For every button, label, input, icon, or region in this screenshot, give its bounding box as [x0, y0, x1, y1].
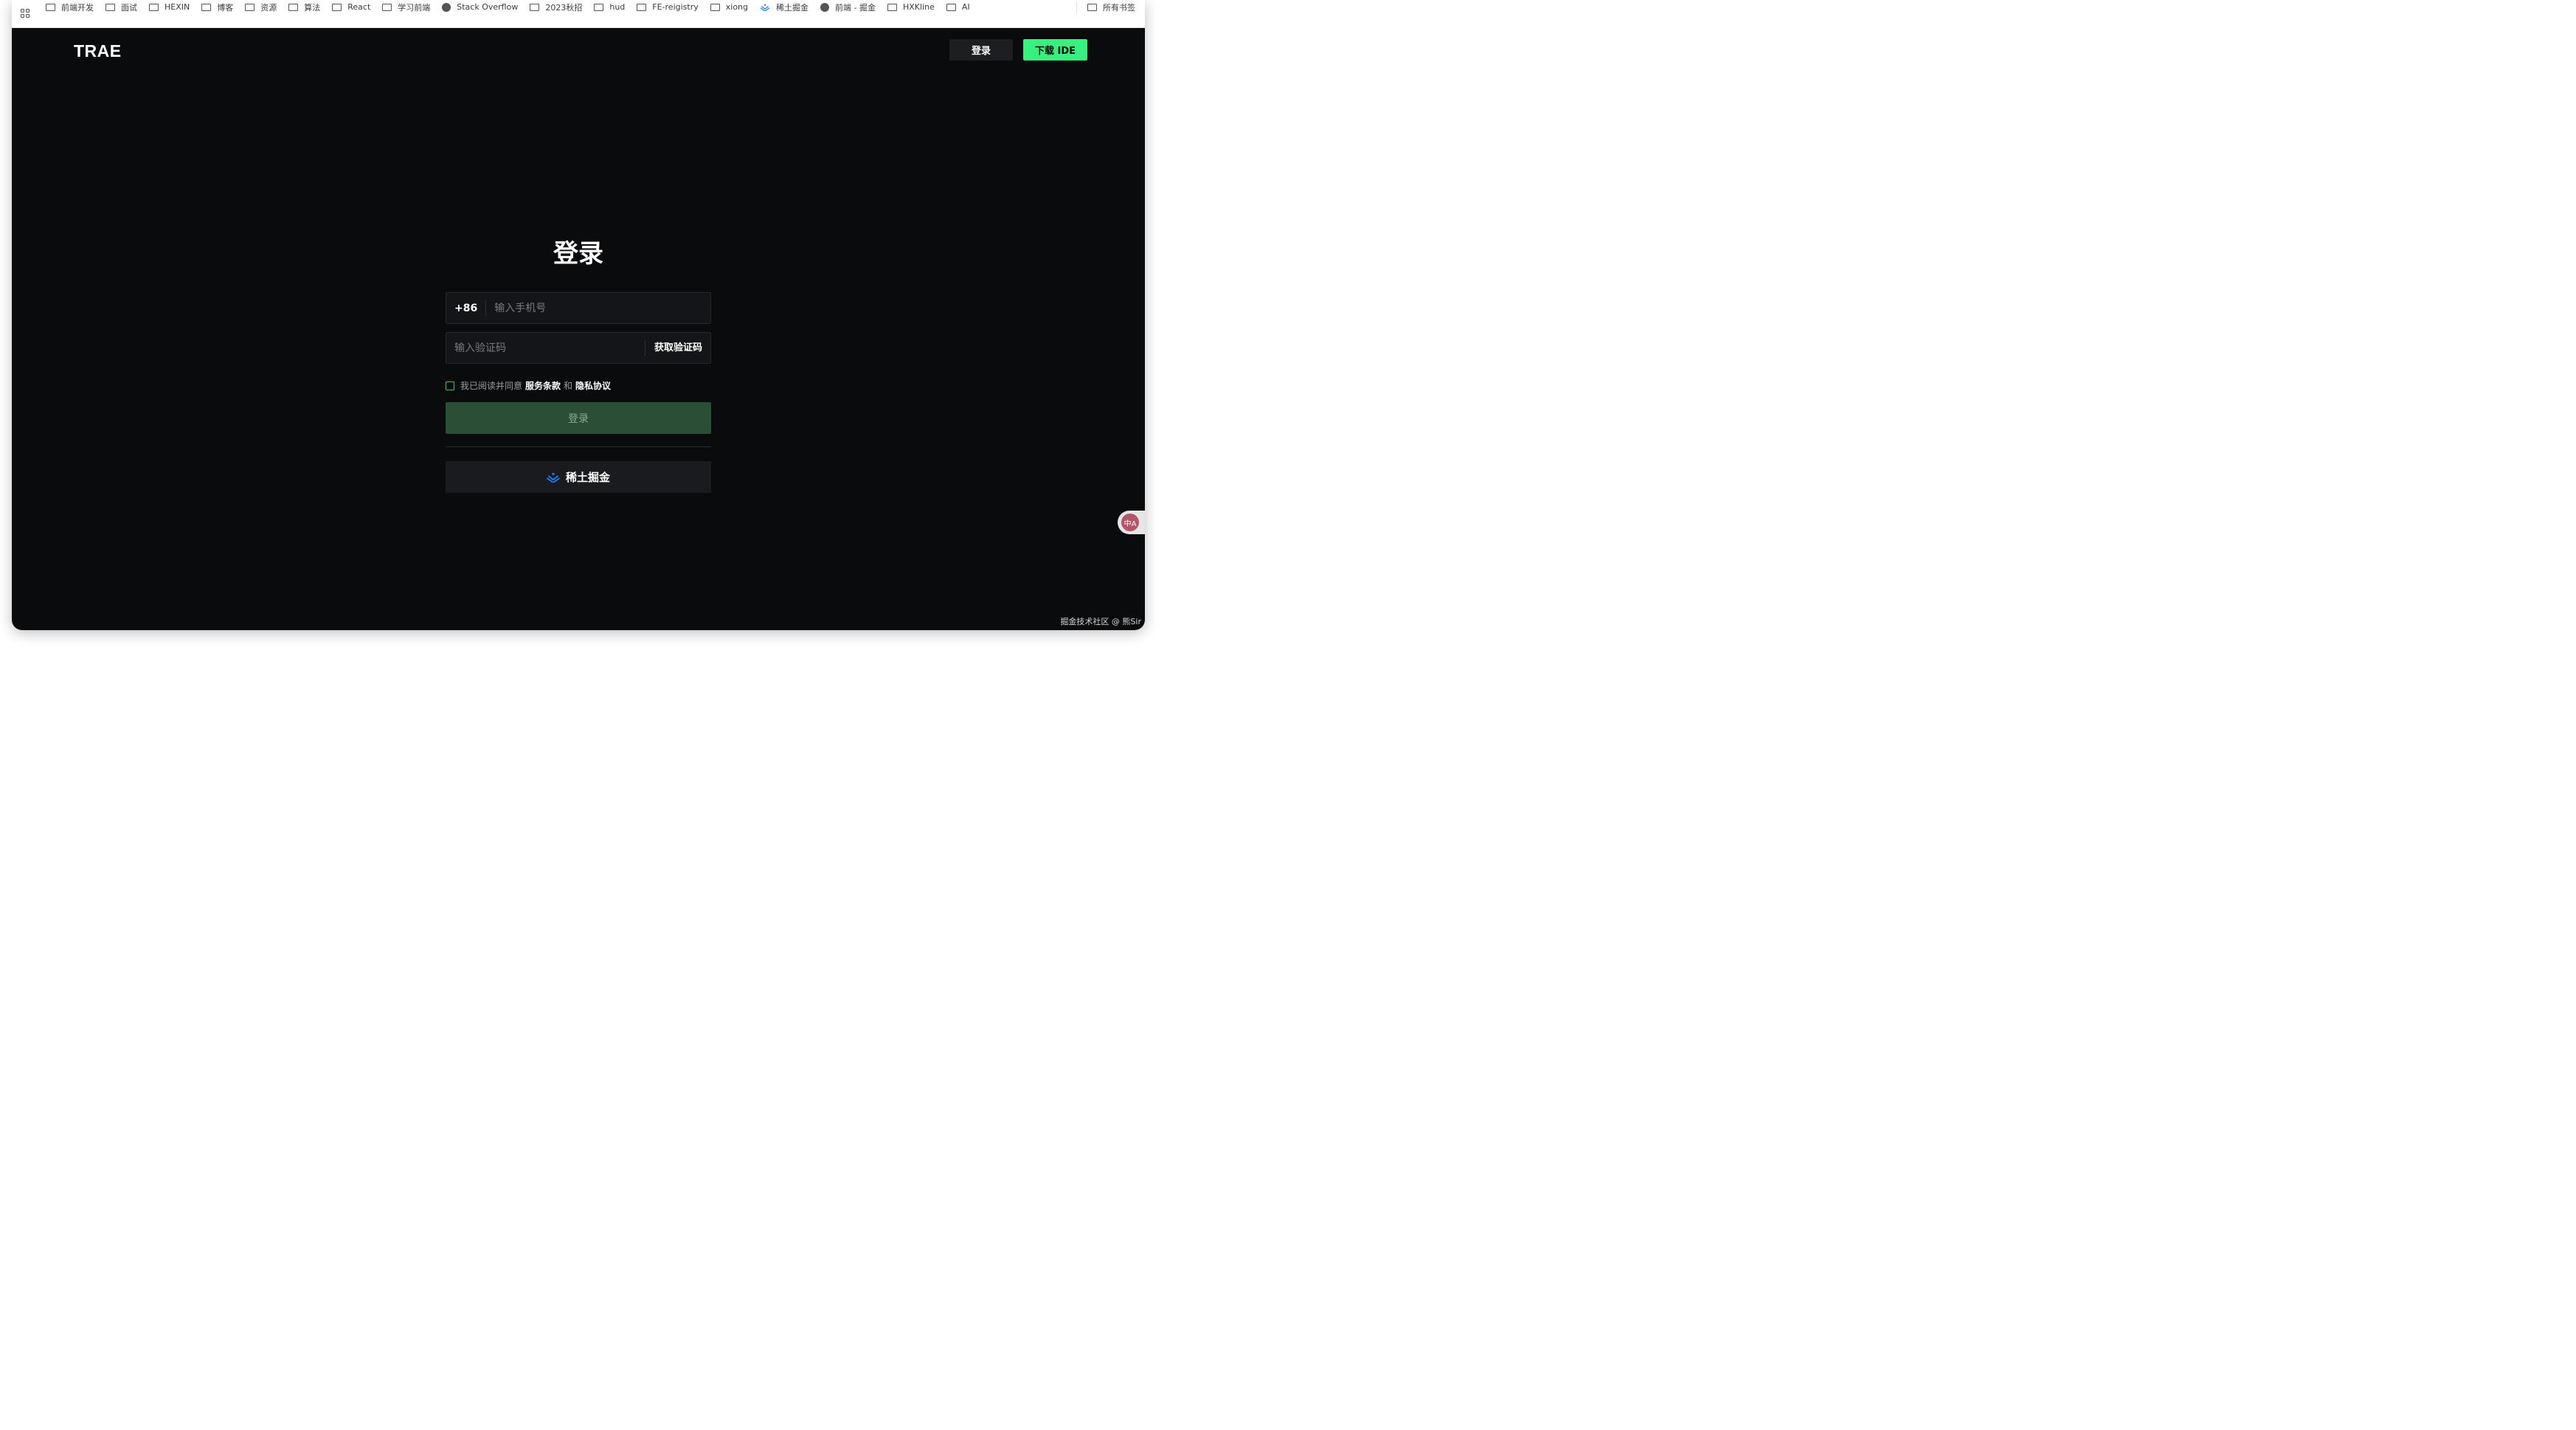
bookmark-label: xiong — [725, 2, 748, 12]
page-title: 登录 — [553, 239, 603, 269]
bookmark-label: AI — [961, 2, 970, 12]
bookmark-label: hud — [609, 2, 626, 12]
folder-icon — [382, 3, 392, 11]
bookmark-item[interactable]: 前端开发 — [46, 0, 94, 21]
bookmark-label: React — [347, 2, 371, 12]
folder-icon — [1087, 3, 1097, 11]
bookmark-label: Stack Overflow — [457, 2, 519, 12]
bookmark-item[interactable]: 2023秋招 — [530, 0, 582, 21]
and-text: 和 — [564, 381, 573, 391]
bookmark-item[interactable]: Stack Overflow — [442, 0, 518, 21]
juejin-label: 稀土掘金 — [565, 471, 610, 484]
juejin-icon — [760, 3, 770, 11]
bookmark-item[interactable]: FE-reigistry — [637, 0, 699, 21]
country-code-selector[interactable]: +86 — [446, 300, 487, 317]
folder-icon — [201, 3, 212, 11]
bookmark-item[interactable]: xiong — [710, 0, 748, 21]
translate-widget[interactable]: 中A — [1118, 511, 1145, 534]
bookmark-item[interactable]: 博客 — [201, 0, 233, 21]
folder-icon — [105, 3, 115, 11]
bookmark-label: 前端 - 掘金 — [835, 2, 876, 13]
globe-icon — [442, 2, 451, 12]
folder-icon — [288, 3, 299, 11]
folder-icon — [887, 3, 897, 11]
juejin-icon — [546, 472, 560, 483]
watermark: 掘金技术社区 @ 熊Sir — [1060, 617, 1141, 626]
folder-icon — [946, 3, 956, 11]
bookmark-label: 算法 — [304, 2, 321, 13]
folder-icon — [710, 3, 720, 11]
phone-field: +86 — [446, 292, 711, 324]
apps-grid-icon[interactable] — [21, 8, 30, 18]
bookmark-item[interactable]: 面试 — [105, 0, 137, 21]
bookmark-item[interactable]: 学习前端 — [382, 0, 430, 21]
translate-icon: 中A — [1121, 514, 1139, 531]
bookmark-item[interactable]: 稀土掘金 — [760, 0, 809, 21]
bookmark-item[interactable]: 前端 - 掘金 — [820, 0, 876, 21]
bookmark-item[interactable]: HEXIN — [149, 0, 190, 21]
bookmark-label: 前端开发 — [61, 2, 94, 13]
download-ide-button[interactable]: 下载 IDE — [1023, 39, 1087, 61]
terms-link[interactable]: 服务条款 — [525, 379, 561, 392]
juejin-login-button[interactable]: 稀土掘金 — [446, 461, 711, 493]
bookmarks-separator — [1076, 1, 1077, 13]
bookmark-item[interactable]: HXKline — [887, 0, 935, 21]
verification-code-input[interactable] — [446, 342, 645, 354]
bookmark-label: 稀土掘金 — [776, 2, 809, 13]
folder-icon — [46, 3, 55, 11]
bookmark-label: 博客 — [217, 2, 234, 13]
trae-logo[interactable]: TRAE — [74, 41, 122, 61]
bookmark-label: 2023秋招 — [545, 2, 583, 13]
bookmark-item[interactable]: 算法 — [288, 0, 320, 21]
folder-icon — [332, 3, 342, 11]
all-bookmarks-item[interactable]: 所有书签 — [1087, 0, 1135, 21]
bookmark-label: 学习前端 — [398, 2, 431, 13]
bookmark-item[interactable]: hud — [594, 0, 625, 21]
bookmark-label: HEXIN — [165, 2, 190, 12]
bookmark-item[interactable]: AI — [946, 0, 970, 21]
privacy-link[interactable]: 隐私协议 — [575, 379, 611, 392]
folder-icon — [594, 3, 604, 11]
all-bookmarks-label: 所有书签 — [1103, 2, 1135, 13]
folder-icon — [637, 3, 647, 11]
folder-icon — [245, 3, 255, 11]
browser-window: 前端开发 面试 HEXIN 博客 资源 算法 React 学习前端 Stack Overflow… — [12, 0, 1145, 630]
agreement-text: 我已阅读并同意 — [460, 381, 523, 391]
agreement-checkbox[interactable] — [446, 381, 454, 390]
bookmark-label: 资源 — [260, 2, 277, 13]
code-field: 获取验证码 — [446, 332, 711, 364]
phone-input[interactable] — [486, 302, 710, 314]
divider — [446, 446, 711, 447]
bookmark-label: HXKline — [902, 2, 935, 12]
login-submit-button[interactable]: 登录 — [446, 402, 711, 434]
folder-icon — [530, 3, 540, 11]
bookmark-label: 面试 — [121, 2, 137, 13]
bookmark-label: FE-reigistry — [652, 2, 699, 12]
bookmark-item[interactable]: React — [332, 0, 370, 21]
bookmarks-bar: 前端开发 面试 HEXIN 博客 资源 算法 React 学习前端 Stack Overflow… — [12, 0, 1145, 28]
folder-icon — [149, 3, 159, 11]
globe-icon — [820, 2, 829, 12]
header-login-button[interactable]: 登录 — [949, 39, 1013, 61]
get-code-button[interactable]: 获取验证码 — [644, 339, 710, 356]
bookmark-item[interactable]: 资源 — [245, 0, 277, 21]
agreement-row: 我已阅读并同意 服务条款 和 隐私协议 — [446, 379, 611, 392]
